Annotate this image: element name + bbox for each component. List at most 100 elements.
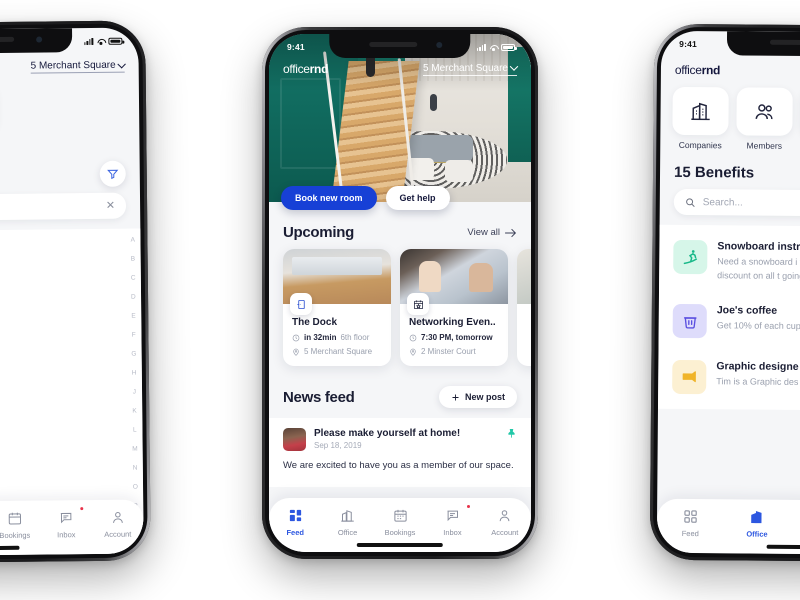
alphabet-index-letter[interactable]: O [133,483,138,490]
tab-office-label: Office [746,529,768,539]
tab-account[interactable]: Account [92,507,144,539]
get-help-button[interactable]: Get help [385,186,450,210]
tab-bookings[interactable]: Bookings [0,509,41,541]
event-card[interactable] [517,249,531,366]
event-card-time: in 32min [304,333,337,342]
right-tile-members[interactable]: Members [736,87,793,151]
list-item[interactable]: Cos ech, IT & Software, Saas, Other [0,238,127,284]
event-card-name: The Dock [292,317,338,328]
benefit-name: Joe's coffee [716,304,778,317]
tab-feed-label: Feed [286,528,304,537]
tab-bookings[interactable]: Bookings [790,508,800,540]
center-status-time: 9:41 [287,42,305,52]
left-phone-screen: 5 Merchant Square nts [0,27,144,557]
left-location-label: 5 Merchant Square [30,59,116,72]
book-new-room-button[interactable]: Book new room [281,186,377,210]
event-card-place-row: 2 Minster Court [409,347,499,356]
tab-inbox[interactable]: Inbox [40,506,92,540]
list-item[interactable]: books High Tech, IT & Software [0,319,128,376]
list-item[interactable]: High Tech, Saas [0,374,128,431]
list-item[interactable]: ervice [0,281,127,322]
alphabet-index-letter[interactable]: B [131,255,135,262]
close-icon[interactable]: ✕ [106,199,115,212]
news-feed-header: News feed New post [269,366,531,418]
alphabet-index-letter[interactable]: J [133,388,136,395]
event-card-image [400,249,508,315]
wifi-icon [489,44,498,51]
calendar-icon [790,508,800,527]
view-all-button[interactable]: View all [467,227,517,238]
list-item[interactable]: Graphic designe Tim is a Graphic des in … [658,349,800,407]
tab-bookings-label: Bookings [0,530,31,540]
tab-feed[interactable]: Feed [657,507,724,539]
benefit-desc: Need a snowboard i your first two sessio… [717,256,800,281]
news-post[interactable]: Please make yourself at home! Sep 18, 20… [269,418,531,487]
event-card-body [517,304,531,327]
arrow-right-icon [504,228,517,238]
notch [329,34,471,58]
battery-icon [108,37,123,45]
left-phone-mockup: 5 Merchant Square nts [0,20,151,564]
new-post-button[interactable]: New post [438,386,517,408]
left-search-input[interactable]: ✕ [0,192,127,221]
right-tile-companies-label: Companies [678,139,722,151]
left-location-selector[interactable]: 5 Merchant Square [30,59,126,74]
event-card-time-row: in 32min 6th floor [292,333,382,342]
center-phone-screen: 9:41 officernd 5 Merchant Square Book ne… [269,34,531,552]
benefits-search-input[interactable]: Search... [673,188,800,218]
alphabet-index-letter[interactable]: A [131,236,135,243]
alphabet-index-letter[interactable]: K [132,407,136,414]
news-post-top: Please make yourself at home! Sep 18, 20… [283,428,517,451]
person-icon [479,506,531,524]
clock-icon [409,334,417,341]
tab-account[interactable]: Account [479,506,531,537]
building-icon [724,507,791,526]
upcoming-cards: The Dock in 32min 6th floor 5 Merchant S… [269,249,531,366]
event-card-image [283,249,391,315]
list-item[interactable]: Joe's coffee Get 10% of each cup Joe's c… [659,293,800,351]
grid-icon [269,506,321,524]
alphabet-index-letter[interactable]: M [132,445,137,452]
news-feed-title: News feed [283,388,355,406]
screenshot-stage: 5 Merchant Square nts [0,0,800,600]
alphabet-index-letter[interactable]: N [133,464,138,471]
center-location-selector[interactable]: 5 Merchant Square [422,62,519,76]
tab-inbox[interactable]: Inbox [426,504,478,537]
right-tile-companies[interactable]: Companies [672,86,729,151]
event-card[interactable]: Networking Even.. 7:30 PM, tomorrow 2 Mi… [400,249,508,366]
alphabet-index-letter[interactable]: G [131,350,136,357]
door-icon [290,293,312,315]
center-app-header: officernd 5 Merchant Square [269,60,531,78]
tab-feed[interactable]: Feed [269,506,321,537]
left-tabbar: Bookings Inbox Account [0,499,144,557]
event-card[interactable]: The Dock in 32min 6th floor 5 Merchant S… [283,249,391,366]
alphabet-index-letter[interactable]: F [132,331,136,338]
event-card-time: 7:30 PM, tomorrow [421,333,493,342]
calendar-star-icon [407,293,429,315]
clock-icon [292,334,300,341]
left-status-icons [84,37,123,45]
alphabet-index-letter[interactable]: E [131,312,135,319]
left-panel-head: ies [0,154,140,191]
calendar-icon [0,509,40,528]
alphabet-index-letter[interactable]: D [131,293,136,300]
speaker-icon [0,36,14,43]
tab-office[interactable]: Office [724,507,791,539]
filter-button[interactable] [99,160,126,187]
tab-office-label: Office [337,528,358,537]
tab-inbox-label: Inbox [443,528,462,537]
right-tile-members-label: Members [746,140,783,151]
tab-office[interactable]: Office [321,506,373,537]
alphabet-index-letter[interactable]: C [131,274,136,281]
tab-bookings[interactable]: Bookings [374,506,426,537]
avatar [283,428,306,451]
tab-account-label: Account [491,528,519,537]
list-item[interactable]: Snowboard instr Need a snowboard i your … [659,229,800,295]
news-post-body: We are excited to have you as a member o… [283,460,514,471]
list-item-sub: ervice [0,298,127,313]
alphabet-index-letter[interactable]: L [133,426,137,433]
speaker-icon [770,39,800,46]
grid-icon [657,507,724,526]
alphabet-index-letter[interactable]: H [132,369,137,376]
event-card-name: Networking Even.. [409,317,496,328]
